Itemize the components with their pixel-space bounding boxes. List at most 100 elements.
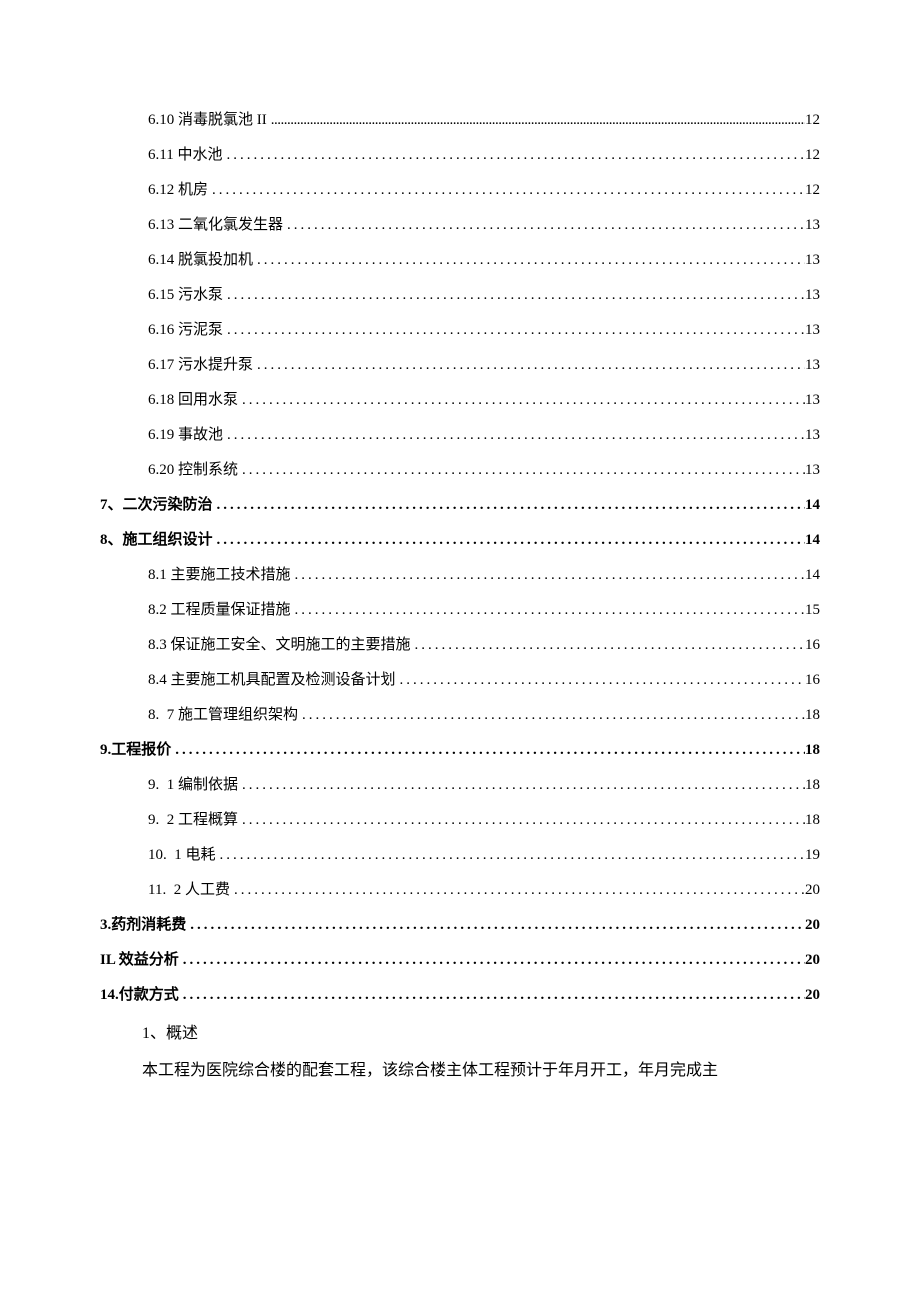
toc-page-number: 18 — [805, 810, 820, 831]
toc-entry: 9. 1 编制依据 18 — [100, 775, 820, 796]
toc-label: 14.付款方式 — [100, 985, 179, 1006]
toc-page-number: 13 — [805, 425, 820, 446]
toc-leader-dots — [179, 985, 805, 1006]
toc-label: 8. 7 施工管理组织架构 — [148, 705, 298, 726]
toc-entry: 8.1 主要施工技术措施 14 — [100, 565, 820, 586]
toc-label: 3.药剂消耗费 — [100, 915, 186, 936]
toc-label: 6.11 中水池 — [148, 145, 222, 166]
toc-leader-dots — [213, 530, 805, 551]
toc-label: 9.工程报价 — [100, 740, 171, 761]
toc-label: 9. 2 工程概算 — [148, 810, 238, 831]
toc-entry: 6.18 回用水泵 13 — [100, 390, 820, 411]
toc-label: 8、施工组织设计 — [100, 530, 213, 551]
toc-leader-dots — [222, 145, 805, 166]
toc-label: 6.10 消毒脱氯池 II — [148, 110, 267, 131]
toc-leader-dots — [238, 460, 805, 481]
toc-leader-dots — [253, 250, 805, 271]
toc-page-number: 18 — [805, 775, 820, 796]
toc-page-number: 12 — [805, 145, 820, 166]
toc-label: 6.14 脱氯投加机 — [148, 250, 253, 271]
toc-label: 10. 1 电耗 — [148, 845, 216, 866]
toc-entry: 8、施工组织设计 14 — [100, 530, 820, 551]
toc-page-number: 20 — [805, 985, 820, 1006]
toc-leader-dots — [186, 915, 805, 936]
toc-leader-dots — [238, 775, 805, 796]
toc-page-number: 14 — [805, 530, 820, 551]
toc-leader-dots — [230, 880, 805, 901]
toc-page-number: 13 — [805, 390, 820, 411]
toc-label: 9. 1 编制依据 — [148, 775, 238, 796]
toc-leader-dots — [238, 390, 805, 411]
toc-leader-dots — [223, 320, 805, 341]
toc-entry: 6.12 机房 12 — [100, 180, 820, 201]
toc-entry: 6.13 二氧化氯发生器13 — [100, 215, 820, 236]
toc-entry: 8. 7 施工管理组织架构 18 — [100, 705, 820, 726]
toc-label: 8.4 主要施工机具配置及检测设备计划 — [148, 670, 396, 691]
toc-entry: 6.16 污泥泵 13 — [100, 320, 820, 341]
toc-page-number: 16 — [805, 635, 820, 656]
toc-entry: 7、二次污染防治 14 — [100, 495, 820, 516]
toc-page-number: 16 — [805, 670, 820, 691]
toc-label: 8.2 工程质量保证措施 — [148, 600, 291, 621]
toc-label: 6.18 回用水泵 — [148, 390, 238, 411]
toc-page-number: 15 — [805, 600, 820, 621]
toc-entry: 8.2 工程质量保证措施 15 — [100, 600, 820, 621]
toc-leader-dots — [171, 740, 805, 761]
toc-entry: 6.17 污水提升泵 13 — [100, 355, 820, 376]
toc-page-number: 19 — [805, 845, 820, 866]
toc-entry: 6.10 消毒脱氯池 II 12 — [100, 110, 820, 131]
toc-leader-dots — [223, 425, 805, 446]
toc-label: 8.1 主要施工技术措施 — [148, 565, 291, 586]
toc-page-number: 18 — [805, 705, 820, 726]
toc-entry: 8.4 主要施工机具配置及检测设备计划 16 — [100, 670, 820, 691]
toc-leader-dots — [291, 565, 805, 586]
toc-entry: 6.14 脱氯投加机 13 — [100, 250, 820, 271]
toc-label: 6.20 控制系统 — [148, 460, 238, 481]
toc-leader-dots — [208, 180, 805, 201]
section-heading: 1、概述 — [100, 1020, 820, 1049]
toc-page-number: 14 — [805, 565, 820, 586]
toc-leader-dots — [283, 215, 805, 236]
toc-entry: 6.15 污水泵13 — [100, 285, 820, 306]
toc-leader-dots — [291, 600, 805, 621]
toc-page-number: 20 — [805, 915, 820, 936]
toc-leader-dots — [216, 845, 805, 866]
toc-label: 6.16 污泥泵 — [148, 320, 223, 341]
toc-leader-dots — [179, 950, 805, 971]
toc-page-number: 14 — [805, 495, 820, 516]
toc-leader-dots — [396, 670, 805, 691]
toc-page-number: 18 — [805, 740, 820, 761]
toc-leader-dots — [253, 355, 805, 376]
toc-label: 6.19 事故池 — [148, 425, 223, 446]
toc-label: 8.3 保证施工安全、文明施工的主要措施 — [148, 635, 411, 656]
toc-page-number: 20 — [805, 950, 820, 971]
toc-page-number: 13 — [805, 320, 820, 341]
toc-entry: 6.19 事故池 13 — [100, 425, 820, 446]
toc-leader-dots — [267, 110, 805, 131]
toc-entry: 9.工程报价 18 — [100, 740, 820, 761]
toc-page-number: 12 — [805, 110, 820, 131]
toc-leader-dots — [238, 810, 805, 831]
toc-label: 6.17 污水提升泵 — [148, 355, 253, 376]
toc-page-number: 12 — [805, 180, 820, 201]
toc-page-number: 13 — [805, 355, 820, 376]
document-page: 6.10 消毒脱氯池 II 12 6.11 中水池 12 6.12 机房 12 6.13 二… — [0, 0, 920, 1146]
toc-page-number: 13 — [805, 250, 820, 271]
toc-entry: 6.11 中水池 12 — [100, 145, 820, 166]
toc-entry: 10. 1 电耗 19 — [100, 845, 820, 866]
body-paragraph: 本工程为医院综合楼的配套工程，该综合楼主体工程预计于年月开工，年月完成主 — [100, 1057, 820, 1086]
toc-label: 6.12 机房 — [148, 180, 208, 201]
toc-label: 11. 2 人工费 — [148, 880, 230, 901]
table-of-contents: 6.10 消毒脱氯池 II 12 6.11 中水池 12 6.12 机房 12 6.13 二… — [100, 110, 820, 1006]
toc-leader-dots — [213, 495, 805, 516]
toc-label: IL 效益分析 — [100, 950, 179, 971]
toc-entry: 14.付款方式 20 — [100, 985, 820, 1006]
toc-page-number: 20 — [805, 880, 820, 901]
toc-entry: IL 效益分析 20 — [100, 950, 820, 971]
toc-label: 7、二次污染防治 — [100, 495, 213, 516]
toc-page-number: 13 — [805, 460, 820, 481]
toc-entry: 9. 2 工程概算 18 — [100, 810, 820, 831]
toc-entry: 3.药剂消耗费 20 — [100, 915, 820, 936]
toc-page-number: 13 — [805, 215, 820, 236]
toc-page-number: 13 — [805, 285, 820, 306]
